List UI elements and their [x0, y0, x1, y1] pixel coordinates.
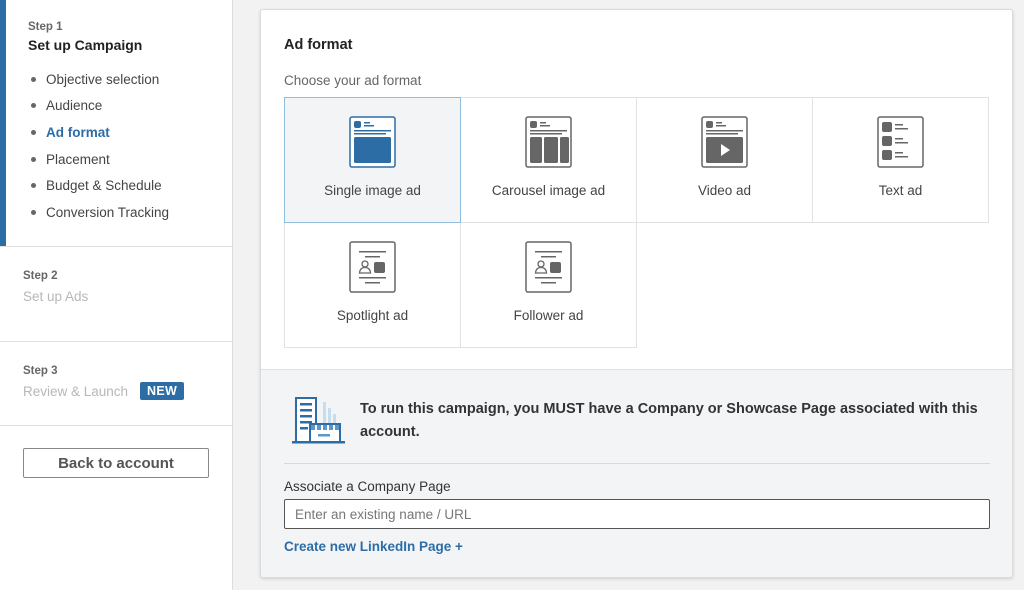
format-tile-video[interactable]: Video ad [636, 97, 813, 223]
step-1-title[interactable]: Set up Campaign [28, 37, 142, 53]
company-page-input[interactable] [284, 499, 990, 529]
active-step-indicator [0, 0, 6, 246]
building-icon [292, 397, 345, 444]
step-2-section: Step 2 Set up Ads [0, 247, 232, 342]
format-tile-single-image[interactable]: Single image ad [284, 97, 461, 223]
format-label: Video ad [697, 183, 752, 198]
step-1-section: Step 1 Set up Campaign Objective selecti… [0, 0, 232, 247]
format-label: Follower ad [513, 308, 584, 323]
step-1-label: Step 1 [28, 21, 63, 33]
section-subtitle: Choose your ad format [284, 73, 422, 88]
format-tile-follower[interactable]: Follower ad [460, 222, 637, 348]
step-2-label: Step 2 [23, 270, 58, 282]
substep-label: Objective selection [46, 71, 160, 87]
step-3-label: Step 3 [23, 365, 58, 377]
step-3-section: Step 3 Review & Launch NEW [0, 342, 232, 426]
bullet-icon [31, 183, 36, 189]
ad-format-grid: Single image ad Carousel image ad Video … [284, 97, 989, 348]
substep-label: Placement [46, 151, 110, 167]
substep-audience[interactable]: Audience [28, 93, 169, 120]
format-label: Text ad [878, 183, 923, 198]
notice-message: To run this campaign, you MUST have a Co… [360, 401, 978, 440]
create-linkedin-page-link[interactable]: Create new LinkedIn Page + [284, 539, 463, 554]
substep-objective-selection[interactable]: Objective selection [28, 66, 169, 93]
substep-label: Conversion Tracking [46, 204, 170, 220]
format-tile-carousel-image[interactable]: Carousel image ad [460, 97, 637, 223]
bullet-icon [31, 156, 36, 162]
divider [284, 463, 990, 464]
substep-label: Ad format [46, 124, 110, 140]
campaign-steps-sidebar: Step 1 Set up Campaign Objective selecti… [0, 0, 233, 590]
format-label: Single image ad [324, 183, 421, 198]
video-ad-icon [701, 116, 748, 168]
ad-format-card: Ad format Choose your ad format Single i… [260, 9, 1013, 578]
step-2-title: Set up Ads [23, 289, 89, 304]
bullet-icon [31, 209, 36, 215]
format-tile-text[interactable]: Text ad [812, 97, 989, 223]
substep-label: Budget & Schedule [46, 178, 162, 194]
bullet-icon [31, 129, 36, 135]
section-title: Ad format [284, 37, 353, 53]
step-1-substeps: Objective selection Audience Ad format P… [28, 66, 169, 226]
bullet-icon [31, 76, 36, 82]
spotlight-ad-icon [349, 241, 396, 293]
substep-placement[interactable]: Placement [28, 146, 169, 173]
substep-label: Audience [46, 98, 103, 114]
new-badge: NEW [140, 382, 185, 400]
substep-conversion-tracking[interactable]: Conversion Tracking [28, 199, 169, 226]
bullet-icon [31, 103, 36, 109]
back-to-account-button[interactable]: Back to account [23, 448, 209, 478]
format-label: Spotlight ad [336, 308, 409, 323]
step-3-title: Review & Launch [23, 384, 129, 399]
format-tile-spotlight[interactable]: Spotlight ad [284, 222, 461, 348]
substep-ad-format[interactable]: Ad format [28, 119, 169, 146]
text-ad-icon [877, 116, 924, 168]
company-page-notice: To run this campaign, you MUST have a Co… [261, 369, 1012, 577]
format-label: Carousel image ad [491, 183, 606, 198]
associate-page-label: Associate a Company Page [284, 479, 451, 494]
carousel-image-ad-icon [525, 116, 572, 168]
single-image-ad-icon [349, 116, 396, 168]
follower-ad-icon [525, 241, 572, 293]
substep-budget-schedule[interactable]: Budget & Schedule [28, 172, 169, 199]
